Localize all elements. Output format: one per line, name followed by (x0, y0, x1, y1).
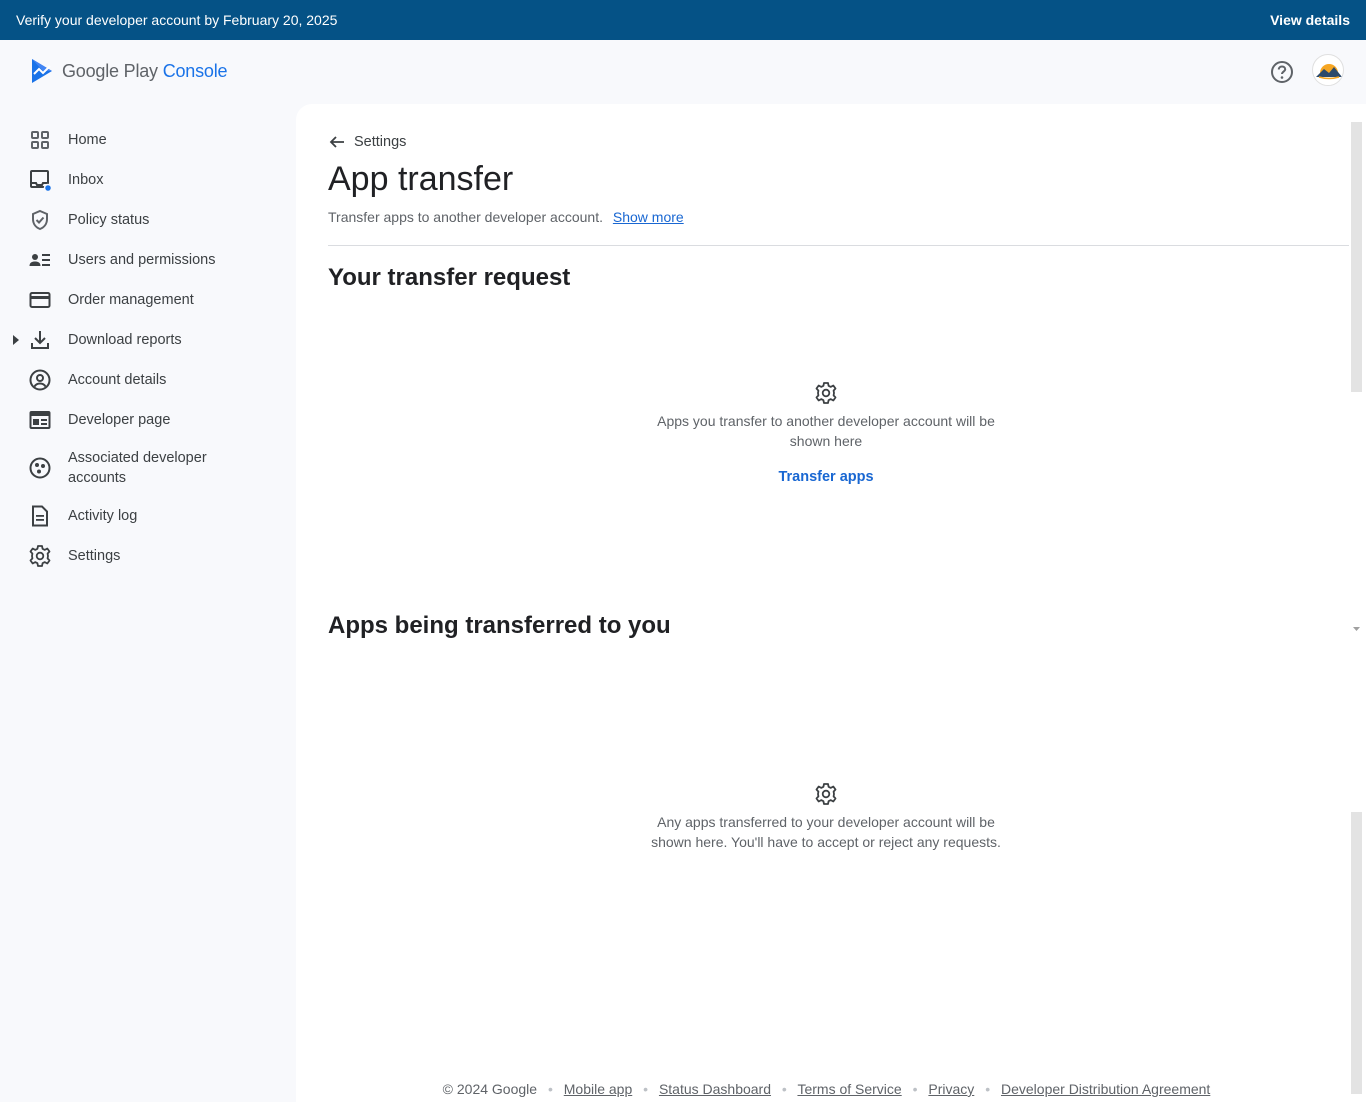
empty-state-text: Apps you transfer to another developer a… (657, 413, 995, 449)
section-title-apps-being-transferred: Apps being transferred to you (328, 612, 671, 639)
back-label: Settings (354, 134, 407, 150)
sidebar-item-label: Download reports (68, 332, 182, 348)
web-page-icon (29, 411, 51, 429)
view-details-link[interactable]: View details (1270, 12, 1350, 28)
divider (328, 245, 1349, 246)
sidebar-item-label: Developer page (68, 412, 171, 428)
sidebar-item-label: Users and permissions (68, 252, 216, 268)
footer-link-status-dashboard[interactable]: Status Dashboard (659, 1081, 771, 1097)
empty-state-text: Any apps transferred to your developer a… (651, 814, 1001, 850)
credit-card-icon (29, 292, 51, 308)
show-more-link[interactable]: Show more (613, 209, 684, 225)
page-subtitle: Transfer apps to another developer accou… (328, 209, 684, 225)
shield-check-icon (32, 209, 48, 231)
people-list-icon (29, 254, 50, 266)
sidebar-item-users-and-permissions[interactable]: Users and permissions (0, 240, 296, 280)
footer-link-terms-of-service[interactable]: Terms of Service (797, 1081, 901, 1097)
sidebar-item-label: Associated developer accounts (68, 450, 207, 486)
gear-icon (815, 783, 837, 805)
banner-message: Verify your developer account by Februar… (16, 12, 338, 28)
sidebar-item-label: Settings (68, 548, 121, 564)
logo-primary: Google Play (62, 60, 158, 81)
gear-icon (29, 545, 51, 567)
dashboard-grid-icon (31, 131, 49, 149)
section-title-your-transfer-request: Your transfer request (328, 264, 571, 291)
scroll-down-arrow-icon[interactable] (1351, 624, 1362, 634)
logo-text: Google Play Console (62, 60, 228, 82)
sidebar-item-download-reports[interactable]: Download reports (0, 320, 296, 360)
sidebar-item-label: Home (68, 132, 107, 148)
copyright: © 2024 Google (442, 1081, 538, 1097)
sidebar-item-label: Activity log (68, 508, 138, 524)
linked-accounts-icon (29, 457, 51, 479)
scrollbar-thumb[interactable] (1351, 812, 1362, 1094)
account-circle-icon (29, 369, 51, 391)
subtitle-text: Transfer apps to another developer accou… (328, 209, 603, 225)
main-content: Settings App transfer Transfer apps to a… (296, 104, 1366, 1102)
sidebar-item-order-management[interactable]: Order management (0, 280, 296, 320)
help-circle-icon[interactable] (1268, 58, 1296, 86)
footer-separator: • (547, 1081, 553, 1097)
footer-link-mobile-app[interactable]: Mobile app (564, 1081, 633, 1097)
scrollbar-thumb[interactable] (1351, 122, 1362, 392)
footer-separator: • (643, 1081, 649, 1097)
footer: © 2024 Google • Mobile app • Status Dash… (296, 1081, 1357, 1097)
verification-banner: Verify your developer account by Februar… (0, 0, 1366, 40)
sidebar-item-label: Inbox (68, 172, 104, 188)
sidebar-item-settings[interactable]: Settings (0, 536, 296, 576)
footer-link-developer-distribution-agreement[interactable]: Developer Distribution Agreement (1001, 1081, 1210, 1097)
footer-separator: • (912, 1081, 918, 1097)
download-icon (31, 331, 49, 349)
header: Google Play Console (0, 40, 1366, 104)
sidebar-item-associated-developer-accounts[interactable]: Associated developer accounts (0, 440, 296, 496)
sidebar-item-home[interactable]: Home (0, 120, 296, 160)
transfer-apps-button[interactable]: Transfer apps (778, 467, 873, 487)
document-icon (32, 505, 48, 527)
chevron-right-icon[interactable] (10, 334, 22, 346)
sidebar-item-inbox[interactable]: Inbox (0, 160, 296, 200)
play-console-logo[interactable]: Google Play Console (30, 58, 228, 84)
play-console-logo-icon (32, 59, 52, 83)
sidebar-item-label: Account details (68, 372, 167, 388)
empty-state-apps-being-transferred: Any apps transferred to your developer a… (626, 782, 1026, 852)
sidebar-item-policy-status[interactable]: Policy status (0, 200, 296, 240)
sidebar-item-developer-page[interactable]: Developer page (0, 400, 296, 440)
sidebar-item-label: Order management (68, 292, 194, 308)
gear-icon (815, 382, 837, 404)
sidebar-item-activity-log[interactable]: Activity log (0, 496, 296, 536)
footer-separator: • (781, 1081, 787, 1097)
sunset-mountain-avatar (1316, 64, 1342, 85)
avatar[interactable] (1312, 54, 1344, 86)
inbox-icon (30, 170, 52, 192)
sidebar: Home Inbox Policy status Users and permi… (0, 120, 296, 576)
logo-accent: Console (162, 60, 228, 81)
sidebar-item-label: Policy status (68, 212, 150, 228)
back-to-settings-link[interactable]: Settings (328, 133, 406, 151)
arrow-back-icon (329, 136, 344, 148)
footer-separator: • (985, 1081, 991, 1097)
footer-link-privacy[interactable]: Privacy (928, 1081, 974, 1097)
page-title: App transfer (328, 160, 514, 198)
sidebar-item-account-details[interactable]: Account details (0, 360, 296, 400)
empty-state-your-transfer-request: Apps you transfer to another developer a… (626, 381, 1026, 487)
